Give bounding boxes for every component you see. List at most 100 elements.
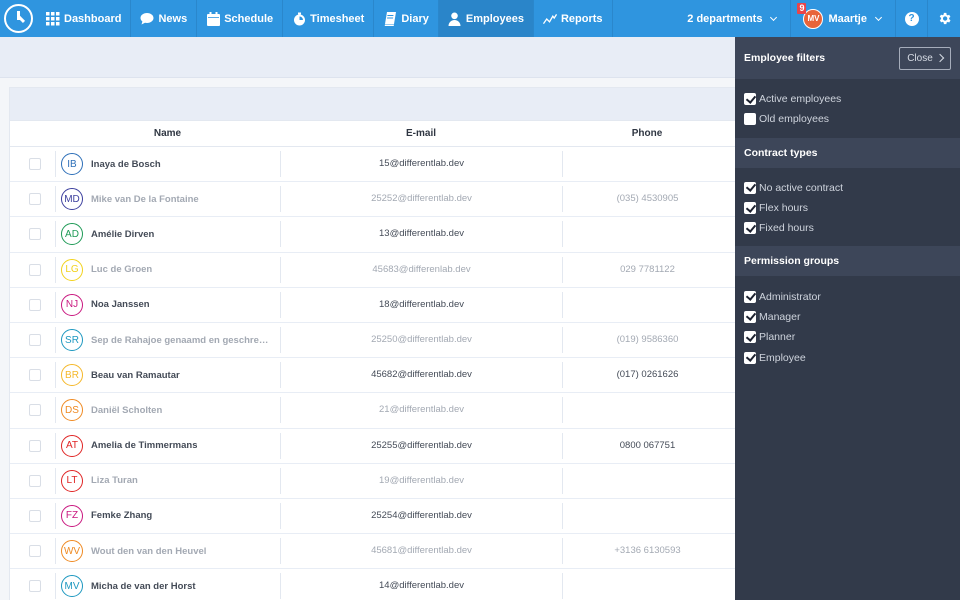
- table-row[interactable]: AD Amélie Dirven 13@differentlab.dev: [10, 217, 748, 253]
- nav-item-label: Dashboard: [64, 12, 122, 25]
- column-header-email[interactable]: E-mail: [280, 128, 562, 139]
- table-header: Name E-mail Phone: [10, 121, 748, 147]
- employee-name[interactable]: Wout den van den Heuvel: [91, 546, 206, 557]
- notification-badge[interactable]: 9: [797, 3, 807, 14]
- person-icon: [448, 12, 462, 26]
- nav-item-timesheet[interactable]: Timesheet: [283, 0, 375, 37]
- filter-checkbox[interactable]: [744, 93, 756, 106]
- row-checkbox[interactable]: [28, 158, 41, 171]
- nav-item-dashboard[interactable]: Dashboard: [37, 0, 132, 37]
- name-cell: MV Micha de van der Horst: [55, 573, 280, 600]
- filter-checkbox[interactable]: [744, 113, 756, 126]
- employee-name[interactable]: Mike van De la Fontaine: [91, 194, 199, 205]
- table-row[interactable]: MV Micha de van der Horst 14@differentlab.…: [10, 569, 748, 600]
- row-checkbox[interactable]: [28, 193, 41, 206]
- table-row[interactable]: LT Liza Turan 19@differentlab.dev: [10, 464, 748, 499]
- clock-logo-icon[interactable]: [0, 0, 37, 37]
- phone-cell: (019) 9586360: [562, 327, 732, 354]
- filter-label: Employee: [759, 351, 806, 364]
- filter-checkbox[interactable]: [744, 310, 756, 323]
- settings-button[interactable]: [928, 0, 960, 37]
- row-checkbox[interactable]: [28, 545, 41, 558]
- row-checkbox[interactable]: [28, 474, 41, 487]
- nav-item-label: Timesheet: [310, 12, 365, 25]
- help-button[interactable]: ?: [896, 0, 928, 37]
- name-cell: DS Daniël Scholten: [55, 397, 280, 424]
- table-row[interactable]: LG Luc de Groen 45683@differenlab.dev 029 7…: [10, 253, 748, 288]
- employee-name[interactable]: Femke Zhang: [91, 510, 152, 521]
- email-cell: 14@differentlab.dev: [280, 573, 562, 600]
- table-row[interactable]: SR Sep de Rahajoe genaamd en geschrev... 2…: [10, 323, 748, 359]
- employee-name[interactable]: Beau van Ramautar: [91, 370, 180, 381]
- filter-label: Manager: [759, 310, 801, 323]
- filter-checkbox[interactable]: [744, 202, 756, 215]
- user-menu[interactable]: 9 MV Maartje: [791, 0, 896, 37]
- employee-name[interactable]: Luc de Groen: [91, 264, 152, 275]
- filter-manager[interactable]: Manager: [744, 307, 951, 327]
- employee-filters-panel: Employee filters Close Active employees O…: [735, 37, 960, 600]
- employees-table: Name E-mail Phone IB Inaya de Bosch 15@dif…: [9, 87, 749, 600]
- employee-name[interactable]: Daniël Scholten: [91, 405, 162, 416]
- row-checkbox[interactable]: [28, 334, 41, 347]
- filter-checkbox[interactable]: [744, 222, 756, 235]
- departments-dropdown[interactable]: 2 departments: [687, 0, 792, 37]
- table-row[interactable]: BR Beau van Ramautar 45682@differentlab.de…: [10, 358, 748, 394]
- phone-cell: [562, 221, 732, 248]
- nav-item-diary[interactable]: Diary: [374, 0, 439, 37]
- nav-item-news[interactable]: News: [131, 0, 198, 37]
- phone-cell: 029 7781122: [562, 256, 732, 283]
- employee-avatar: NJ: [61, 293, 83, 316]
- row-checkbox[interactable]: [28, 509, 41, 522]
- nav-item-label: Employees: [465, 12, 524, 25]
- filter-administrator[interactable]: Administrator: [744, 286, 951, 306]
- nav-item-schedule[interactable]: Schedule: [197, 0, 284, 37]
- row-checkbox[interactable]: [28, 228, 41, 241]
- row-checkbox[interactable]: [28, 263, 41, 276]
- table-row[interactable]: DS Daniël Scholten 21@differentlab.dev: [10, 393, 748, 429]
- filter-old-employees[interactable]: Old employees: [744, 109, 951, 129]
- employee-avatar: DS: [61, 399, 83, 422]
- table-row[interactable]: WV Wout den van den Heuvel 45681@different…: [10, 534, 748, 570]
- filter-no-active-contract[interactable]: No active contract: [744, 178, 951, 198]
- filter-checkbox[interactable]: [744, 181, 756, 194]
- nav-item-reports[interactable]: Reports: [534, 0, 613, 37]
- filter-checkbox[interactable]: [744, 331, 756, 344]
- row-checkbox[interactable]: [28, 580, 41, 593]
- email-cell: 25255@differentlab.dev: [280, 432, 562, 459]
- employee-name[interactable]: Sep de Rahajoe genaamd en geschrev...: [91, 335, 271, 346]
- gear-icon: [939, 12, 950, 25]
- row-checkbox[interactable]: [28, 298, 41, 311]
- employee-name[interactable]: Liza Turan: [91, 475, 138, 486]
- table-row[interactable]: MD Mike van De la Fontaine 25252@different…: [10, 182, 748, 218]
- column-header-name[interactable]: Name: [55, 128, 280, 139]
- nav-item-employees[interactable]: Employees: [438, 0, 534, 37]
- employee-name[interactable]: Amélie Dirven: [91, 229, 154, 240]
- filter-employee[interactable]: Employee: [744, 347, 951, 367]
- filter-label: No active contract: [759, 181, 844, 194]
- employee-name[interactable]: Amelia de Timmermans: [91, 440, 197, 451]
- employee-avatar: BR: [61, 364, 83, 387]
- table-row[interactable]: FZ Femke Zhang 25254@differentlab.dev: [10, 499, 748, 535]
- close-button[interactable]: Close: [899, 46, 951, 70]
- filter-checkbox[interactable]: [744, 351, 756, 364]
- row-checkbox[interactable]: [28, 404, 41, 417]
- filter-flex-hours[interactable]: Flex hours: [744, 198, 951, 218]
- table-row[interactable]: NJ Noa Janssen 18@differentlab.dev: [10, 288, 748, 323]
- employee-name[interactable]: Noa Janssen: [91, 299, 150, 310]
- row-checkbox[interactable]: [28, 439, 41, 452]
- employee-name[interactable]: Inaya de Bosch: [91, 159, 161, 170]
- phone-cell: [562, 151, 732, 178]
- employee-name[interactable]: Micha de van der Horst: [91, 581, 196, 592]
- table-row[interactable]: IB Inaya de Bosch 15@differentlab.dev: [10, 147, 748, 183]
- row-checkbox[interactable]: [28, 369, 41, 382]
- user-avatar: MV: [803, 8, 824, 29]
- phone-cell: (017) 0261626: [562, 362, 732, 389]
- departments-label: 2 departments: [687, 12, 763, 25]
- filter-checkbox[interactable]: [744, 290, 756, 303]
- filter-planner[interactable]: Planner: [744, 327, 951, 347]
- filter-fixed-hours[interactable]: Fixed hours: [744, 218, 951, 238]
- column-header-phone[interactable]: Phone: [562, 128, 732, 139]
- filter-active-employees[interactable]: Active employees: [744, 89, 951, 109]
- table-row[interactable]: AT Amelia de Timmermans 25255@differentlab…: [10, 429, 748, 464]
- name-cell: SR Sep de Rahajoe genaamd en geschrev...: [55, 327, 280, 354]
